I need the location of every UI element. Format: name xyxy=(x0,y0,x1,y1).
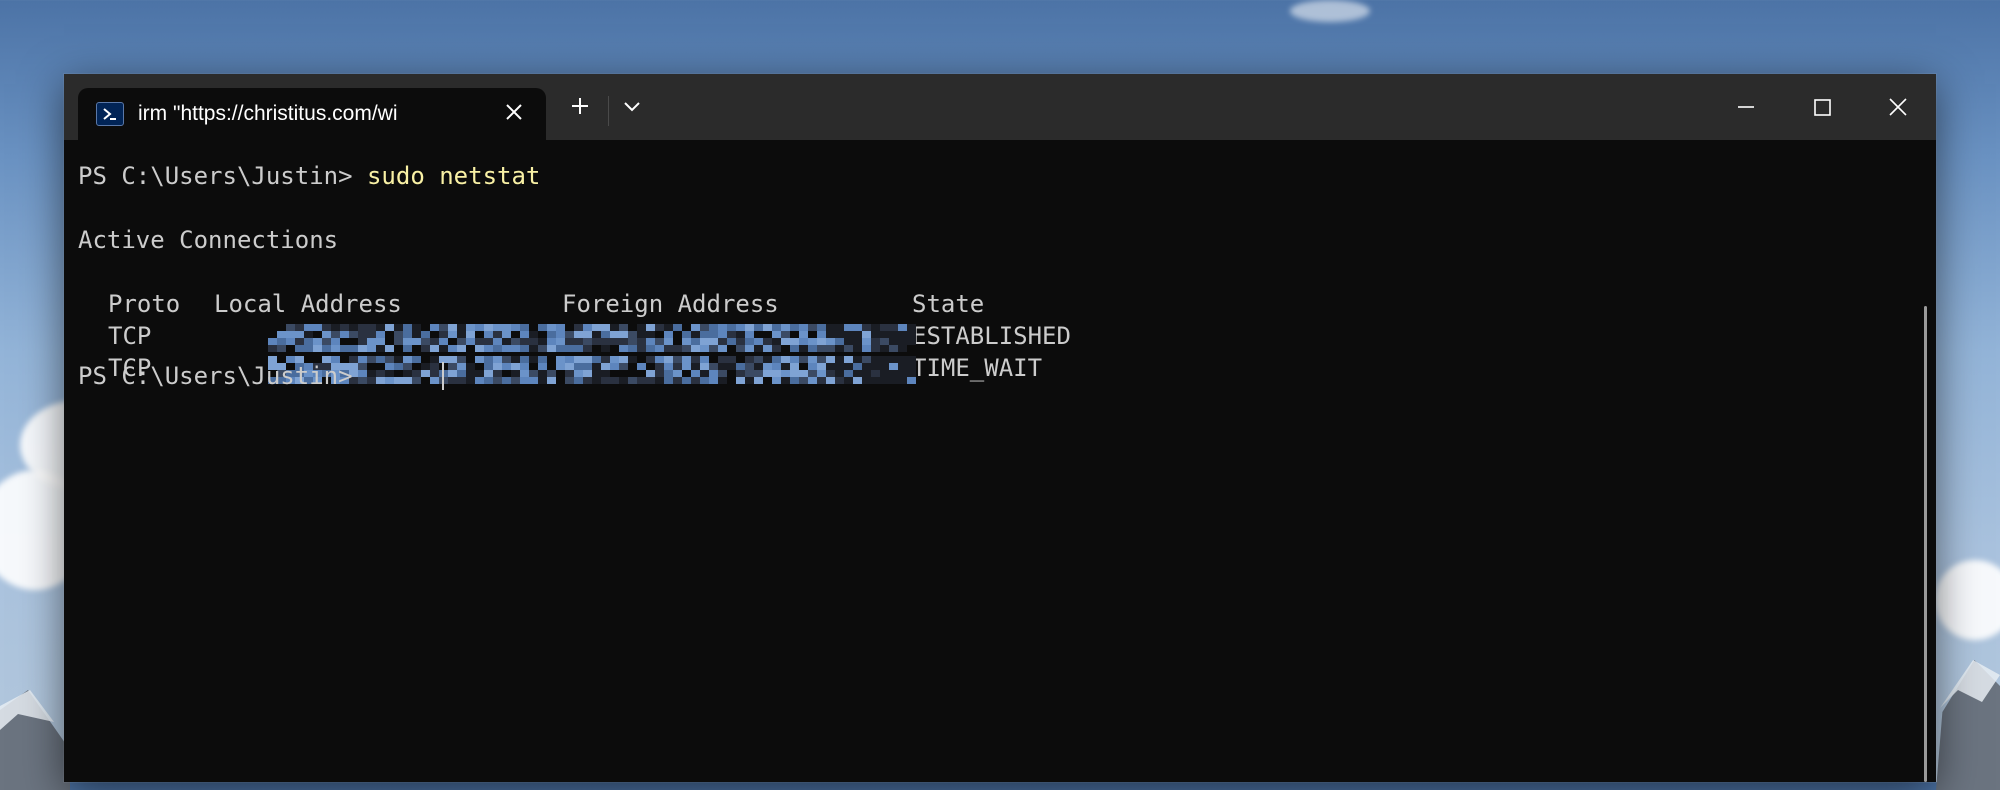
output-heading: Active Connections xyxy=(78,226,339,254)
row-state: TIME_WAIT xyxy=(912,354,1043,382)
close-tab-button[interactable] xyxy=(498,96,530,128)
terminal-window: irm "https://christitus.com/wi PS C:\Use… xyxy=(64,74,1936,782)
close-window-button[interactable] xyxy=(1860,74,1936,140)
new-tab-button[interactable] xyxy=(560,86,600,126)
powershell-icon xyxy=(96,102,124,126)
final-prompt: PS C:\Users\Justin> xyxy=(78,362,367,390)
minimize-icon xyxy=(1738,106,1754,108)
tab-dropdown-button[interactable] xyxy=(612,86,652,126)
scrollbar[interactable] xyxy=(1924,306,1927,782)
title-bar[interactable]: irm "https://christitus.com/wi xyxy=(64,74,1936,140)
command-text: sudo netstat xyxy=(366,162,541,190)
row-state: ESTABLISHED xyxy=(912,322,1071,350)
column-header-local: Local Address xyxy=(214,290,402,318)
column-header-proto: Proto xyxy=(108,290,181,318)
close-icon xyxy=(1889,98,1907,116)
text-cursor xyxy=(442,362,444,390)
column-header-foreign: Foreign Address xyxy=(562,290,779,318)
tab-powershell[interactable]: irm "https://christitus.com/wi xyxy=(78,88,546,140)
chevron-down-icon xyxy=(624,102,640,112)
plus-icon xyxy=(572,98,588,114)
separator xyxy=(608,96,609,126)
minimize-button[interactable] xyxy=(1708,74,1784,140)
command-line: PS C:\Users\Justin> sudo netstat xyxy=(78,160,540,192)
prompt: PS C:\Users\Justin> xyxy=(78,162,367,190)
column-header-state: State xyxy=(912,290,985,318)
cloud xyxy=(1290,0,1370,22)
tab-title: irm "https://christitus.com/wi xyxy=(138,102,398,125)
redacted-addresses xyxy=(268,324,916,352)
maximize-icon xyxy=(1814,99,1831,116)
maximize-button[interactable] xyxy=(1784,74,1860,140)
row-proto: TCP xyxy=(108,322,152,350)
cloud xyxy=(1935,560,2000,640)
close-icon xyxy=(506,104,522,120)
terminal-output[interactable]: PS C:\Users\Justin> sudo netstat Active … xyxy=(64,140,1936,782)
